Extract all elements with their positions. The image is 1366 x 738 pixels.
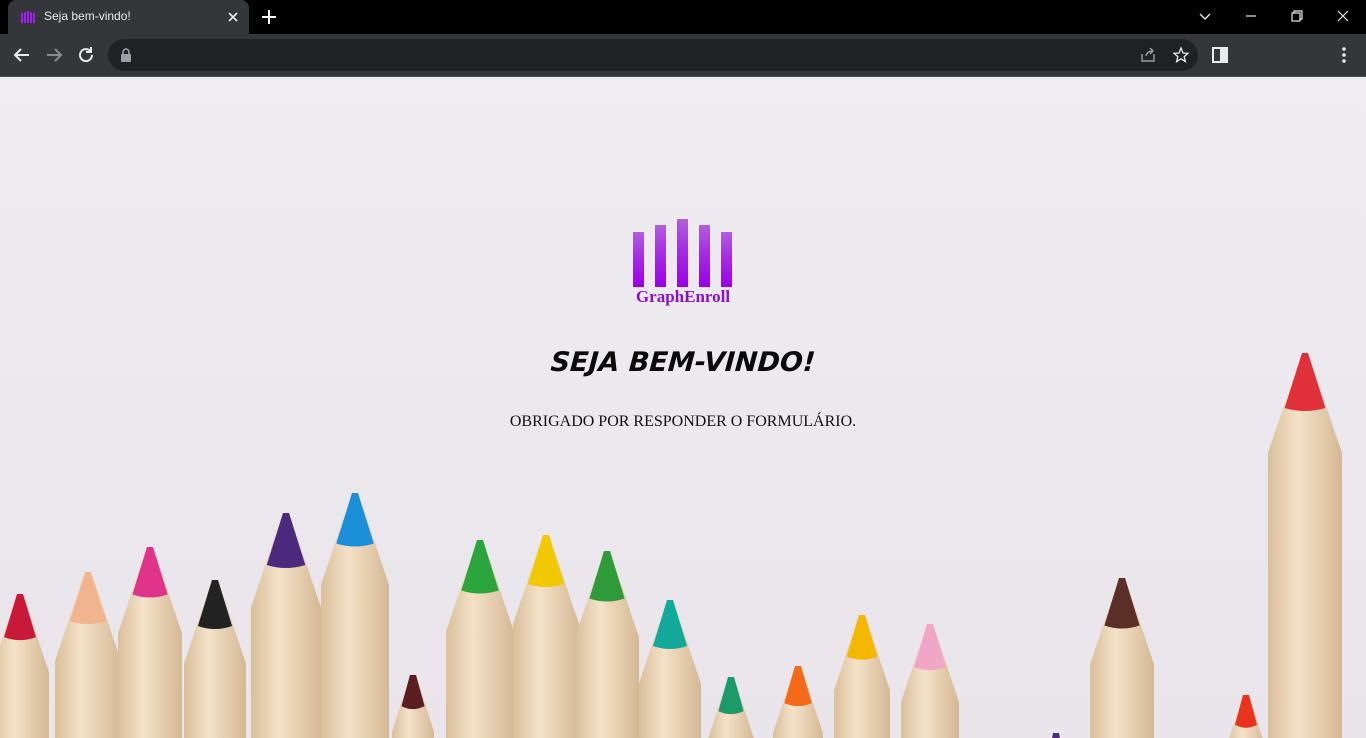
favicon-icon xyxy=(21,11,35,23)
bar-chart-logo-icon xyxy=(633,219,732,287)
browser-tab[interactable]: Seja bem-vindo! xyxy=(8,0,249,34)
close-icon[interactable] xyxy=(225,9,241,25)
kebab-menu-icon[interactable] xyxy=(1333,44,1355,66)
plus-icon[interactable] xyxy=(260,8,278,26)
restore-icon[interactable] xyxy=(1289,8,1305,24)
chevron-down-icon[interactable] xyxy=(1197,8,1213,24)
reload-icon[interactable] xyxy=(75,44,97,66)
browser-toolbar xyxy=(0,34,1366,76)
tab-title: Seja bem-vindo! xyxy=(44,9,131,23)
lock-icon[interactable] xyxy=(120,48,132,62)
share-icon[interactable] xyxy=(1139,46,1157,64)
minimize-icon[interactable] xyxy=(1243,8,1259,24)
side-panel-icon[interactable] xyxy=(1209,44,1231,66)
star-icon[interactable] xyxy=(1172,46,1190,64)
welcome-heading: SEJA BEM-VINDO! xyxy=(549,347,817,378)
back-icon[interactable] xyxy=(11,44,33,66)
logo-text: GraphEnroll xyxy=(635,287,731,306)
graphenroll-logo: GraphEnroll xyxy=(618,217,748,312)
thank-you-message: OBRIGADO POR RESPONDER O FORMULÁRIO. xyxy=(509,413,857,430)
page-viewport: GraphEnroll SEJA BEM-VINDO! OBRIGADO POR… xyxy=(0,77,1366,738)
forward-icon[interactable] xyxy=(43,44,65,66)
close-window-icon[interactable] xyxy=(1335,8,1351,24)
browser-titlebar: Seja bem-vindo! xyxy=(0,0,1366,34)
page-content: GraphEnroll SEJA BEM-VINDO! OBRIGADO POR… xyxy=(0,77,1366,738)
address-bar[interactable] xyxy=(108,39,1198,71)
